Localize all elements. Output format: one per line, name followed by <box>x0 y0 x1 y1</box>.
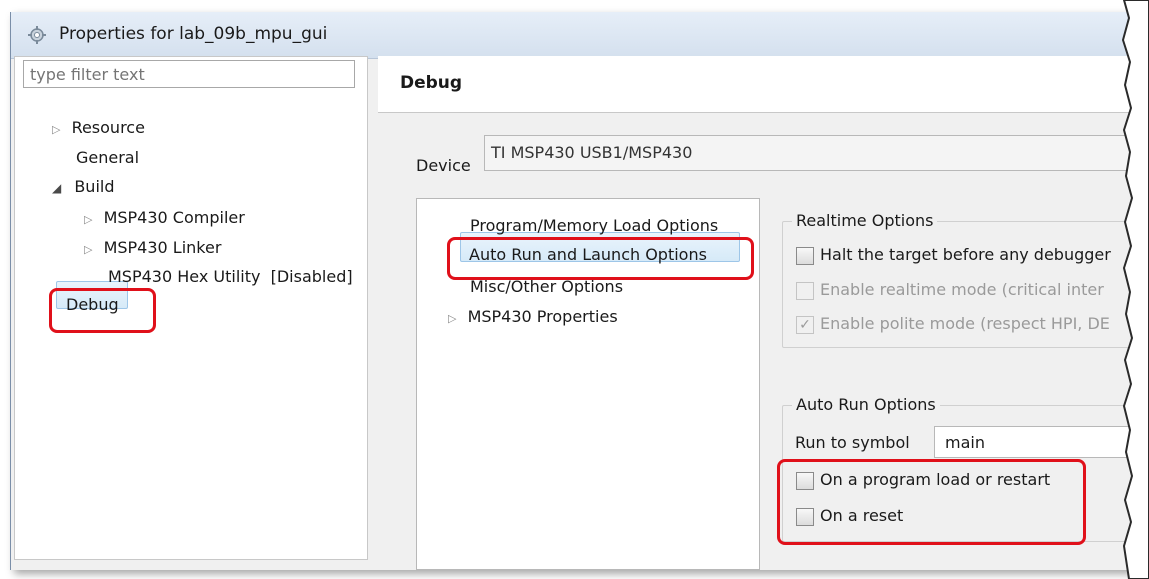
checkbox-label: Halt the target before any debugger <box>820 245 1111 264</box>
halt-target-checkbox[interactable] <box>796 247 814 265</box>
highlight-box-auto-run-options <box>777 459 1086 545</box>
checkmark-icon: ✓ <box>799 317 811 333</box>
triangle-right-icon[interactable]: ▷ <box>84 213 92 226</box>
triangle-right-icon[interactable]: ▷ <box>448 312 456 325</box>
tree-item-build[interactable]: ◢ Build <box>52 177 115 196</box>
triangle-right-icon[interactable]: ▷ <box>84 243 92 256</box>
group-title: Realtime Options <box>792 211 938 230</box>
gear-icon <box>28 26 46 44</box>
highlight-box-auto-run <box>447 237 754 280</box>
device-field[interactable]: TI MSP430 USB1/MSP430 <box>484 135 1144 171</box>
tree-item-label: Resource <box>71 118 145 137</box>
triangle-down-icon[interactable]: ◢ <box>52 181 61 195</box>
device-label: Device <box>416 156 471 175</box>
run-to-symbol-input[interactable]: main <box>934 426 1144 458</box>
window-title: Properties for lab_09b_mpu_gui <box>59 24 328 44</box>
run-to-symbol-label: Run to symbol <box>795 433 910 452</box>
tree-item-label: Build <box>74 177 115 196</box>
options-item-msp430-properties[interactable]: ▷ MSP430 Properties <box>448 307 618 326</box>
tree-item-resource[interactable]: ▷ Resource <box>52 118 145 137</box>
tree-item-label: General <box>76 148 140 167</box>
realtime-mode-checkbox[interactable] <box>796 282 814 300</box>
tree-item-msp430-linker[interactable]: ▷ MSP430 Linker <box>84 238 221 257</box>
torn-edge <box>1121 0 1149 579</box>
highlight-box-debug <box>49 288 156 333</box>
checkbox-label: Enable realtime mode (critical inter <box>820 280 1104 299</box>
checkbox-label: Enable polite mode (respect HPI, DE <box>820 314 1110 333</box>
page-header <box>378 56 1130 113</box>
tree-item-label: MSP430 Compiler <box>103 208 245 227</box>
polite-mode-checkbox[interactable]: ✓ <box>796 316 814 334</box>
tree-item-msp430-hex-utility[interactable]: MSP430 Hex Utility [Disabled] <box>108 267 353 286</box>
options-item-label: MSP430 Properties <box>467 307 618 326</box>
options-item-label: Program/Memory Load Options <box>470 216 719 235</box>
tree-item-msp430-compiler[interactable]: ▷ MSP430 Compiler <box>84 208 245 227</box>
triangle-right-icon[interactable]: ▷ <box>52 123 60 136</box>
options-item-program-memory-load[interactable]: Program/Memory Load Options <box>470 216 718 235</box>
filter-input[interactable] <box>23 60 355 88</box>
title-bar: Properties for lab_09b_mpu_gui <box>11 12 1141 59</box>
page-title: Debug <box>400 73 463 93</box>
tree-item-label: MSP430 Hex Utility [Disabled] <box>108 267 353 286</box>
group-title: Auto Run Options <box>792 395 940 414</box>
tree-item-label: MSP430 Linker <box>103 238 222 257</box>
tree-item-general[interactable]: General <box>76 148 139 167</box>
